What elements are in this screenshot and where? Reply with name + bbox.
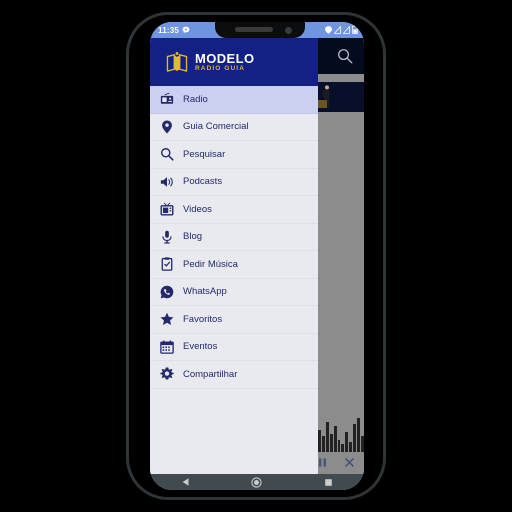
hero-prop-box bbox=[318, 100, 327, 108]
radio-icon bbox=[160, 92, 174, 106]
drawer-item-label: Eventos bbox=[183, 341, 218, 353]
microphone-icon bbox=[160, 230, 174, 244]
drawer-header: MODELO RADIO GUIA bbox=[150, 38, 318, 86]
close-player-button[interactable] bbox=[343, 456, 356, 469]
player-controls bbox=[316, 456, 356, 469]
equalizer-bar bbox=[341, 444, 345, 452]
phone-notch bbox=[215, 22, 305, 38]
signal-icon-1 bbox=[334, 25, 341, 34]
phone-screen: 11:35 MODELO RADIO GUIA Radio Guia Comer… bbox=[150, 22, 364, 490]
location-icon bbox=[325, 25, 332, 34]
calendar-icon bbox=[160, 340, 174, 354]
drawer-item-eventos[interactable]: Eventos bbox=[150, 334, 318, 361]
equalizer-bar bbox=[321, 436, 325, 452]
equalizer-bar bbox=[353, 424, 357, 452]
chat-bubble-icon bbox=[182, 26, 190, 34]
navigation-drawer: MODELO RADIO GUIA Radio Guia Comercial Pes… bbox=[150, 38, 318, 474]
drawer-item-pedir-m-sica[interactable]: Pedir Música bbox=[150, 251, 318, 279]
logo-subtitle: RADIO GUIA bbox=[195, 64, 245, 72]
speaker-slot bbox=[235, 27, 273, 32]
drawer-item-label: Guia Comercial bbox=[183, 121, 249, 133]
equalizer-bar bbox=[333, 426, 337, 452]
clipboard-icon bbox=[160, 257, 174, 272]
whatsapp-icon bbox=[160, 285, 174, 299]
drawer-item-label: Pedir Música bbox=[183, 258, 238, 270]
drawer-menu-list: Radio Guia Comercial Pesquisar Podcasts Vide… bbox=[150, 86, 318, 474]
drawer-item-whatsapp[interactable]: WhatsApp bbox=[150, 279, 318, 306]
drawer-item-label: Podcasts bbox=[183, 176, 223, 188]
drawer-item-guia-comercial[interactable]: Guia Comercial bbox=[150, 114, 318, 141]
drawer-item-label: Pesquisar bbox=[183, 148, 226, 160]
front-camera-dot bbox=[285, 27, 292, 34]
drawer-item-label: WhatsApp bbox=[183, 286, 227, 298]
equalizer-bar bbox=[357, 418, 361, 452]
drawer-item-label: Radio bbox=[183, 93, 208, 105]
location-pin-icon bbox=[160, 120, 174, 134]
drawer-item-label: Compartilhar bbox=[183, 368, 238, 380]
equalizer-bar bbox=[345, 432, 349, 452]
equalizer-bar bbox=[349, 442, 353, 452]
signal-icon-2 bbox=[343, 25, 350, 34]
recents-button[interactable] bbox=[322, 476, 334, 488]
equalizer-bar bbox=[325, 422, 329, 452]
battery-icon bbox=[352, 25, 358, 34]
drawer-item-radio[interactable]: Radio bbox=[150, 86, 318, 114]
book-logo-icon bbox=[166, 52, 188, 72]
gear-icon bbox=[160, 367, 174, 381]
tv-icon bbox=[160, 202, 174, 216]
logo-text: MODELO RADIO GUIA bbox=[195, 52, 254, 73]
status-bar-right bbox=[325, 25, 358, 34]
logo-title: MODELO bbox=[195, 50, 255, 66]
equalizer-bar bbox=[317, 430, 321, 452]
equalizer-bar bbox=[361, 436, 364, 452]
speaker-icon bbox=[160, 175, 174, 189]
drawer-item-label: Favoritos bbox=[183, 313, 223, 325]
home-button[interactable] bbox=[251, 476, 263, 488]
back-button[interactable] bbox=[180, 476, 192, 488]
android-nav-bar bbox=[150, 474, 364, 490]
drawer-item-favoritos[interactable]: Favoritos bbox=[150, 306, 318, 334]
drawer-item-label: Blog bbox=[183, 231, 203, 243]
star-icon bbox=[160, 312, 174, 326]
drawer-item-videos[interactable]: Videos bbox=[150, 196, 318, 224]
status-bar-left: 11:35 bbox=[158, 26, 190, 35]
equalizer-bar bbox=[337, 440, 341, 452]
drawer-item-compartilhar[interactable]: Compartilhar bbox=[150, 361, 318, 389]
drawer-item-pesquisar[interactable]: Pesquisar bbox=[150, 141, 318, 169]
drawer-item-blog[interactable]: Blog bbox=[150, 224, 318, 251]
equalizer-bar bbox=[329, 434, 333, 452]
drawer-item-label: Videos bbox=[183, 203, 212, 215]
search-icon[interactable] bbox=[336, 47, 354, 65]
status-time: 11:35 bbox=[158, 25, 180, 35]
drawer-item-podcasts[interactable]: Podcasts bbox=[150, 169, 318, 196]
search-icon bbox=[160, 147, 174, 161]
